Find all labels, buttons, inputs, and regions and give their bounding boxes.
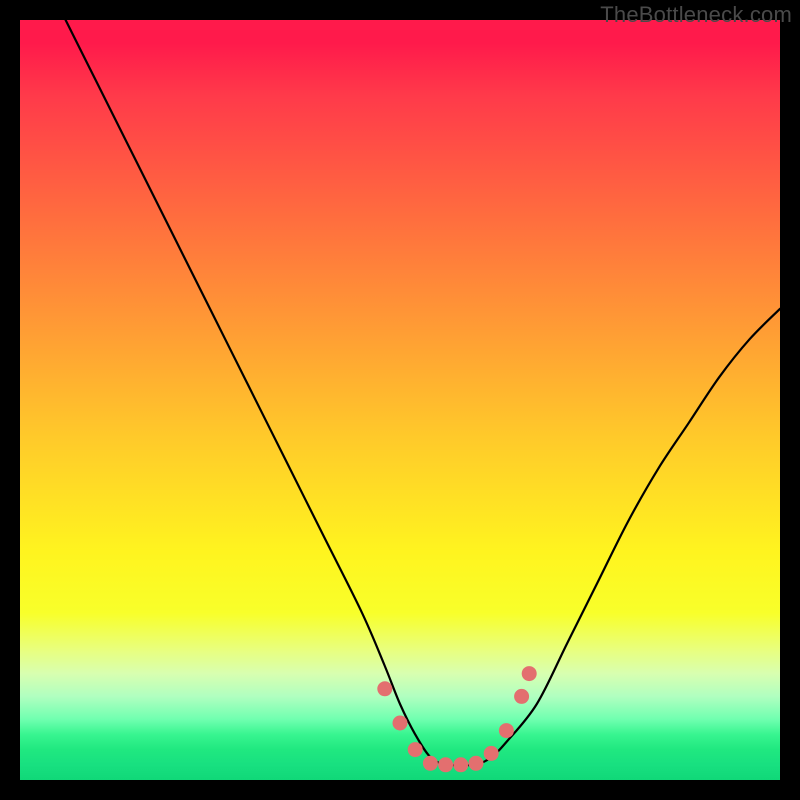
curve-marker — [438, 757, 453, 772]
chart-frame: TheBottleneck.com — [0, 0, 800, 800]
watermark-text: TheBottleneck.com — [600, 2, 792, 28]
bottleneck-curve-path — [66, 20, 780, 765]
curve-marker — [522, 666, 537, 681]
curve-marker — [393, 716, 408, 731]
curve-marker — [484, 746, 499, 761]
curve-marker — [499, 723, 514, 738]
curve-marker — [377, 681, 392, 696]
bottleneck-curve-svg — [20, 20, 780, 780]
curve-marker — [408, 742, 423, 757]
curve-marker — [469, 756, 484, 771]
chart-plot-area — [20, 20, 780, 780]
curve-markers — [377, 666, 536, 772]
curve-marker — [453, 757, 468, 772]
curve-marker — [514, 689, 529, 704]
curve-marker — [423, 756, 438, 771]
